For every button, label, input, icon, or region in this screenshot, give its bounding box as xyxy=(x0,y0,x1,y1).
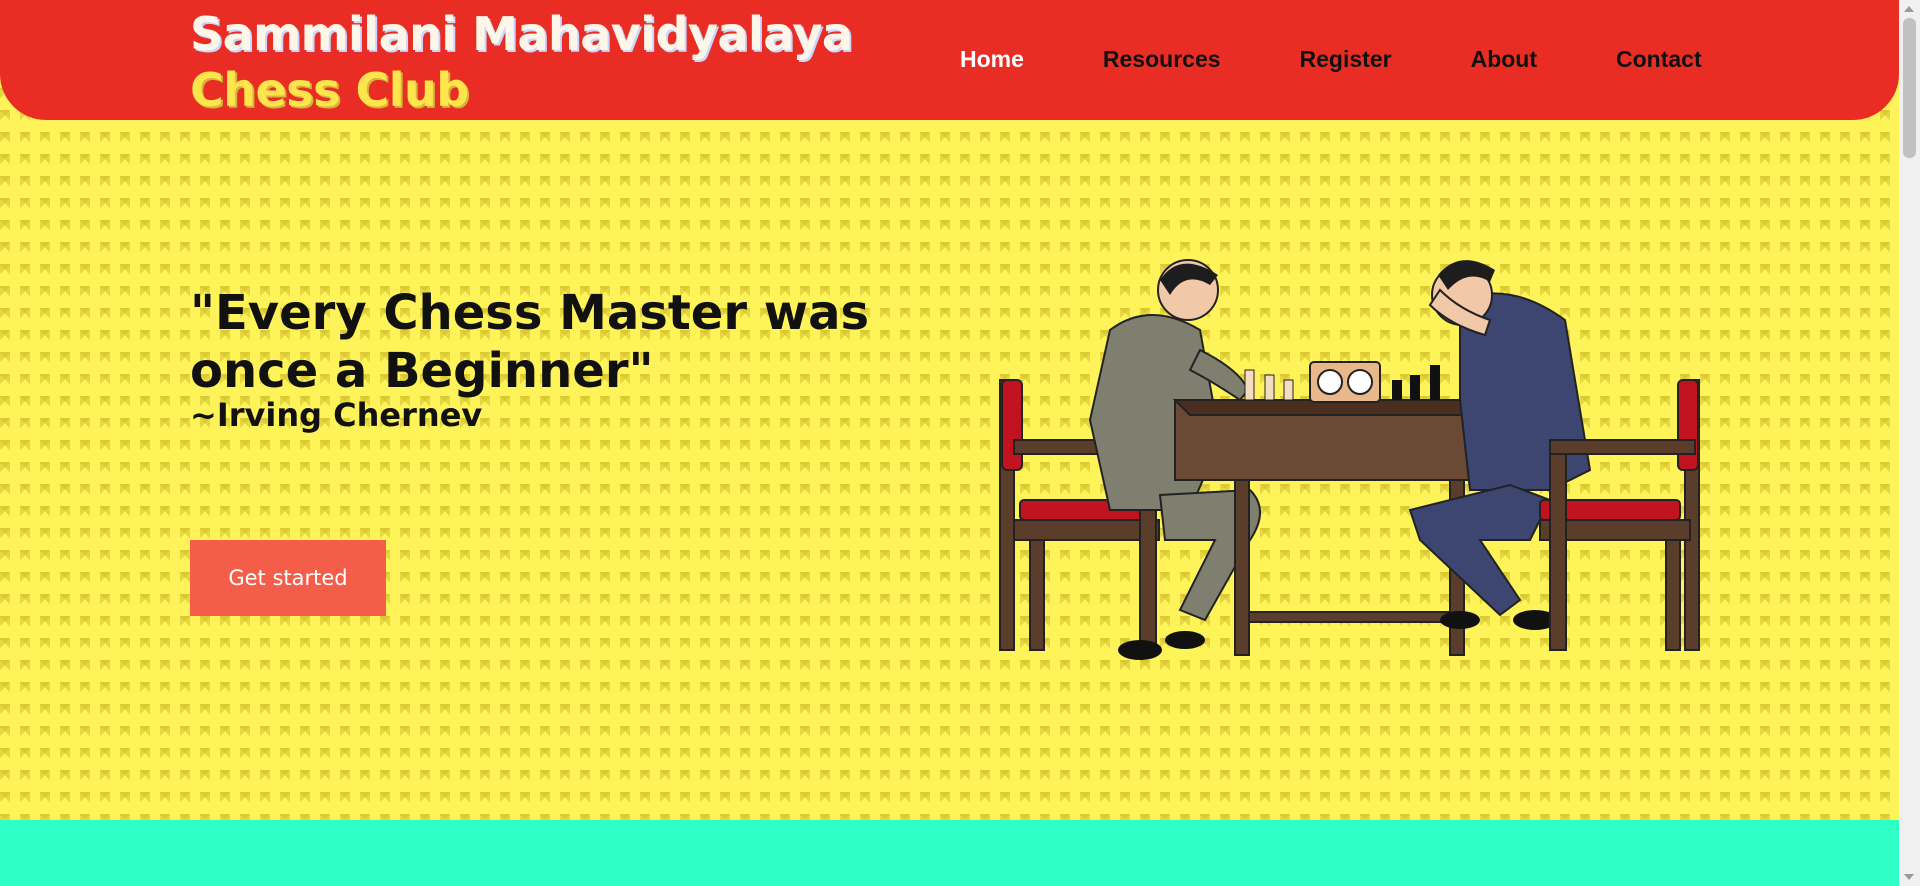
brand-name: Sammilani Mahavidyalaya xyxy=(190,7,853,61)
hero-quote-author: ~Irving Chernev xyxy=(190,396,483,434)
page: "Every Chess Master was once a Beginner"… xyxy=(0,0,1899,886)
brand-logo[interactable]: Sammilani Mahavidyalaya Chess Club xyxy=(190,6,853,118)
nav-resources[interactable]: Resources xyxy=(1103,46,1221,73)
nav-contact[interactable]: Contact xyxy=(1616,46,1702,73)
nav-about[interactable]: About xyxy=(1471,46,1537,73)
next-section-band xyxy=(0,820,1899,886)
hero-quote: "Every Chess Master was once a Beginner" xyxy=(190,285,870,399)
hero-section: "Every Chess Master was once a Beginner"… xyxy=(0,0,1899,820)
scroll-up-arrow-icon[interactable] xyxy=(1904,6,1914,12)
site-header: Sammilani Mahavidyalaya Chess Club Home … xyxy=(0,0,1899,120)
chess-pieces xyxy=(1244,361,1440,403)
vertical-scrollbar[interactable] xyxy=(1899,0,1920,886)
brand-subtitle: Chess Club xyxy=(190,63,469,117)
main-nav: Home Resources Register About Contact xyxy=(960,46,1781,73)
chess-players-illustration xyxy=(999,259,1700,660)
get-started-button[interactable]: Get started xyxy=(190,540,386,616)
nav-register[interactable]: Register xyxy=(1300,46,1392,73)
scroll-down-arrow-icon[interactable] xyxy=(1904,874,1914,880)
nav-home[interactable]: Home xyxy=(960,46,1024,73)
scrollbar-thumb[interactable] xyxy=(1903,18,1916,158)
